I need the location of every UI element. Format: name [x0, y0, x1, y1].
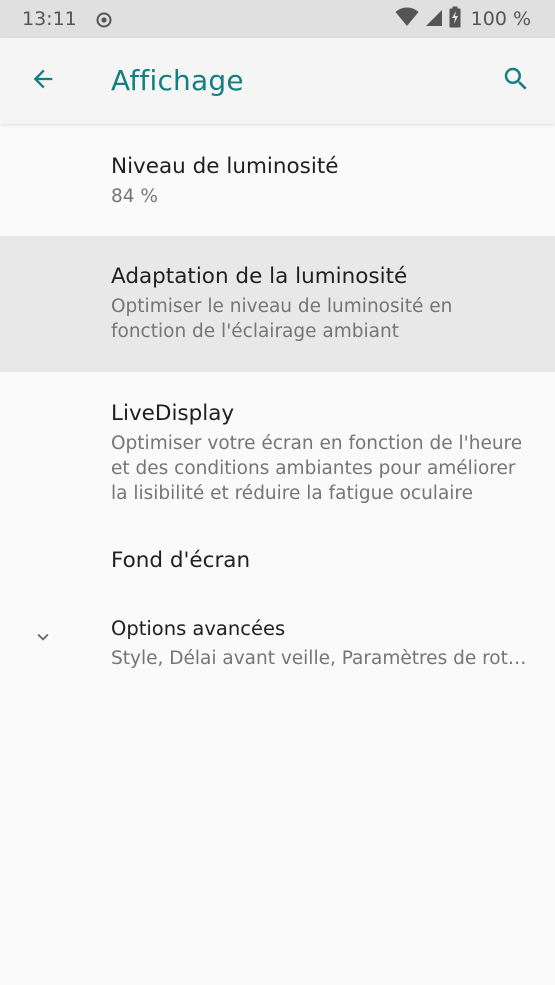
setting-wallpaper[interactable]: Fond d'écran — [0, 532, 555, 604]
chevron-down-icon — [30, 624, 56, 650]
sync-circle-icon — [96, 11, 112, 28]
setting-summary: Optimiser votre écran en fonction de l'h… — [111, 433, 523, 504]
search-button[interactable] — [495, 60, 537, 102]
battery-charging-icon — [449, 6, 461, 33]
setting-adaptive-brightness[interactable]: Adaptation de la luminosité Optimiser le… — [0, 236, 555, 372]
setting-livedisplay[interactable]: LiveDisplay Optimiser votre écran en fon… — [0, 372, 555, 532]
setting-title: LiveDisplay — [111, 401, 235, 426]
setting-title: Options avancées — [111, 617, 286, 640]
arrow-back-icon — [29, 65, 57, 97]
status-icons: 100 % — [395, 6, 531, 32]
setting-brightness-level[interactable]: Niveau de luminosité 84 % — [0, 124, 555, 236]
setting-summary: Style, Délai avant veille, Paramètres de… — [111, 648, 531, 669]
cellular-signal-icon — [425, 7, 443, 32]
setting-summary: 84 % — [111, 186, 158, 207]
setting-summary: Optimiser le niveau de luminosité en fon… — [111, 296, 453, 342]
setting-title: Fond d'écran — [111, 548, 251, 573]
page-title: Affichage — [111, 64, 244, 97]
setting-advanced-options[interactable]: Options avancées Style, Délai avant veil… — [0, 604, 555, 708]
screen: 13:11 100 % Affichage Niveau de luminosi… — [0, 0, 555, 985]
back-button[interactable] — [22, 60, 64, 102]
settings-list: Niveau de luminosité 84 % Adaptation de … — [0, 124, 555, 708]
battery-percentage: 100 % — [470, 8, 531, 30]
setting-title: Niveau de luminosité — [111, 154, 339, 179]
search-icon — [501, 64, 531, 98]
wifi-icon — [395, 7, 419, 32]
app-bar: Affichage — [0, 38, 555, 124]
setting-title: Adaptation de la luminosité — [111, 264, 408, 289]
status-bar: 13:11 100 % — [0, 0, 555, 38]
status-time: 13:11 — [22, 8, 77, 30]
